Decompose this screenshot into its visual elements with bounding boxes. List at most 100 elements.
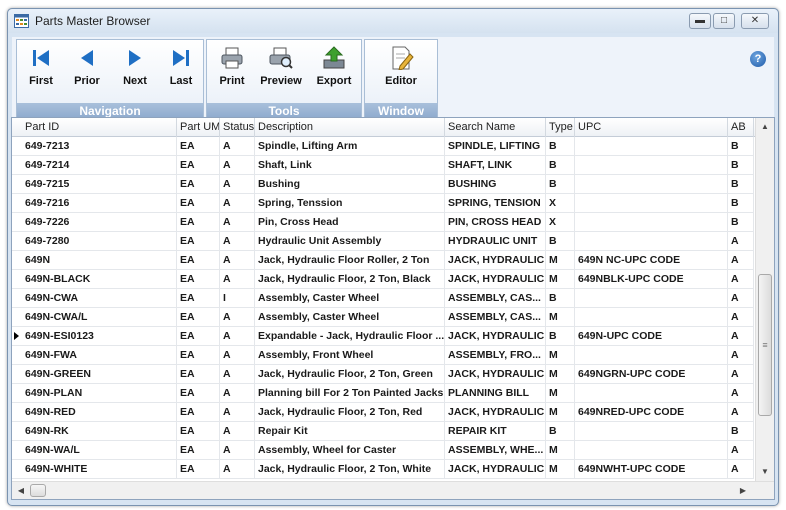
cell-part-id[interactable]: 649N-RK: [22, 422, 177, 440]
editor-button[interactable]: Editor: [377, 44, 425, 100]
cell-type[interactable]: M: [546, 251, 575, 269]
cell-part-um[interactable]: EA: [177, 251, 220, 269]
cell-type[interactable]: M: [546, 403, 575, 421]
column-header-type[interactable]: Type: [546, 118, 575, 137]
cell-part-id[interactable]: 649N-CWA/L: [22, 308, 177, 326]
cell-upc[interactable]: [575, 175, 728, 193]
table-row[interactable]: 649N-RED EA A Jack, Hydraulic Floor, 2 Ton,…: [12, 403, 754, 422]
cell-ab[interactable]: A: [728, 441, 754, 459]
cell-search-name[interactable]: ASSEMBLY, CAS...: [445, 289, 546, 307]
cell-part-id[interactable]: 649-7226: [22, 213, 177, 231]
cell-type[interactable]: B: [546, 232, 575, 250]
cell-ab[interactable]: B: [728, 194, 754, 212]
cell-description[interactable]: Planning bill For 2 Ton Painted Jacks: [255, 384, 445, 402]
cell-upc[interactable]: 649NRED-UPC CODE: [575, 403, 728, 421]
cell-ab[interactable]: A: [728, 403, 754, 421]
cell-part-id[interactable]: 649N-BLACK: [22, 270, 177, 288]
cell-type[interactable]: B: [546, 327, 575, 345]
cell-search-name[interactable]: ASSEMBLY, CAS...: [445, 308, 546, 326]
cell-search-name[interactable]: BUSHING: [445, 175, 546, 193]
table-row[interactable]: 649-7226 EA A Pin, Cross Head PIN, CROSS HEA…: [12, 213, 754, 232]
cell-description[interactable]: Assembly, Caster Wheel: [255, 308, 445, 326]
cell-part-id[interactable]: 649N-ESI0123: [22, 327, 177, 345]
cell-status[interactable]: A: [220, 194, 255, 212]
cell-part-id[interactable]: 649-7213: [22, 137, 177, 155]
column-header-part-id[interactable]: Part ID: [22, 118, 177, 137]
cell-search-name[interactable]: PLANNING BILL: [445, 384, 546, 402]
cell-status[interactable]: A: [220, 251, 255, 269]
cell-ab[interactable]: A: [728, 308, 754, 326]
cell-part-id[interactable]: 649-7280: [22, 232, 177, 250]
cell-upc[interactable]: 649N NC-UPC CODE: [575, 251, 728, 269]
cell-upc[interactable]: [575, 194, 728, 212]
cell-upc[interactable]: [575, 232, 728, 250]
cell-search-name[interactable]: ASSEMBLY, WHE...: [445, 441, 546, 459]
cell-part-um[interactable]: EA: [177, 213, 220, 231]
prior-button[interactable]: Prior: [65, 44, 109, 100]
cell-type[interactable]: M: [546, 365, 575, 383]
column-header-upc[interactable]: UPC: [575, 118, 728, 137]
cell-upc[interactable]: [575, 384, 728, 402]
cell-part-id[interactable]: 649N-WA/L: [22, 441, 177, 459]
table-row[interactable]: 649N-PLAN EA A Planning bill For 2 Ton Pain…: [12, 384, 754, 403]
cell-search-name[interactable]: JACK, HYDRAULIC: [445, 403, 546, 421]
cell-description[interactable]: Assembly, Front Wheel: [255, 346, 445, 364]
cell-status[interactable]: A: [220, 346, 255, 364]
cell-upc[interactable]: 649N-UPC CODE: [575, 327, 728, 345]
cell-part-um[interactable]: EA: [177, 194, 220, 212]
cell-description[interactable]: Assembly, Wheel for Caster: [255, 441, 445, 459]
cell-ab[interactable]: A: [728, 251, 754, 269]
cell-part-um[interactable]: EA: [177, 327, 220, 345]
cell-description[interactable]: Spring, Tenssion: [255, 194, 445, 212]
cell-ab[interactable]: A: [728, 384, 754, 402]
cell-upc[interactable]: [575, 346, 728, 364]
scroll-down-icon[interactable]: ▼: [756, 463, 774, 481]
column-header-description[interactable]: Description: [255, 118, 445, 137]
table-row[interactable]: 649-7213 EA A Spindle, Lifting Arm SPINDLE, …: [12, 137, 754, 156]
cell-part-um[interactable]: EA: [177, 137, 220, 155]
table-row[interactable]: 649N EA A Jack, Hydraulic Floor Roller, 2 T…: [12, 251, 754, 270]
cell-status[interactable]: A: [220, 308, 255, 326]
cell-upc[interactable]: [575, 156, 728, 174]
cell-description[interactable]: Bushing: [255, 175, 445, 193]
table-row[interactable]: 649N-GREEN EA A Jack, Hydraulic Floor, 2 To…: [12, 365, 754, 384]
cell-upc[interactable]: [575, 137, 728, 155]
cell-ab[interactable]: B: [728, 175, 754, 193]
cell-description[interactable]: Jack, Hydraulic Floor, 2 Ton, Black: [255, 270, 445, 288]
horizontal-scrollbar[interactable]: ◀ ▶: [12, 481, 774, 499]
cell-part-id[interactable]: 649N-GREEN: [22, 365, 177, 383]
vertical-scroll-thumb[interactable]: ≡: [758, 274, 772, 416]
column-header-part-um[interactable]: Part UM: [177, 118, 220, 137]
title-bar[interactable]: Parts Master Browser ▬ □ ✕: [8, 9, 778, 33]
print-button[interactable]: Print: [213, 44, 251, 100]
cell-status[interactable]: A: [220, 441, 255, 459]
cell-search-name[interactable]: ASSEMBLY, FRO...: [445, 346, 546, 364]
export-button[interactable]: Export: [311, 44, 357, 100]
cell-part-id[interactable]: 649-7215: [22, 175, 177, 193]
cell-ab[interactable]: A: [728, 460, 754, 478]
close-button[interactable]: ✕: [741, 13, 769, 29]
cell-part-id[interactable]: 649N-WHITE: [22, 460, 177, 478]
cell-type[interactable]: M: [546, 460, 575, 478]
preview-button[interactable]: Preview: [255, 44, 307, 100]
maximize-button[interactable]: □: [713, 13, 735, 29]
cell-search-name[interactable]: REPAIR KIT: [445, 422, 546, 440]
cell-status[interactable]: A: [220, 270, 255, 288]
cell-description[interactable]: Jack, Hydraulic Floor, 2 Ton, White: [255, 460, 445, 478]
cell-type[interactable]: M: [546, 270, 575, 288]
cell-part-id[interactable]: 649N-FWA: [22, 346, 177, 364]
cell-type[interactable]: X: [546, 194, 575, 212]
cell-search-name[interactable]: HYDRAULIC UNIT: [445, 232, 546, 250]
column-header-search-name[interactable]: Search Name: [445, 118, 546, 137]
scroll-left-icon[interactable]: ◀: [12, 482, 30, 499]
cell-description[interactable]: Shaft, Link: [255, 156, 445, 174]
table-row[interactable]: 649-7215 EA A Bushing BUSHING B B: [12, 175, 754, 194]
cell-ab[interactable]: A: [728, 327, 754, 345]
table-row[interactable]: 649N-WHITE EA A Jack, Hydraulic Floor, 2 To…: [12, 460, 754, 479]
cell-part-um[interactable]: EA: [177, 365, 220, 383]
cell-status[interactable]: I: [220, 289, 255, 307]
horizontal-scroll-thumb[interactable]: [30, 484, 46, 497]
cell-type[interactable]: M: [546, 346, 575, 364]
cell-ab[interactable]: A: [728, 232, 754, 250]
column-header-ab[interactable]: AB: [728, 118, 754, 137]
